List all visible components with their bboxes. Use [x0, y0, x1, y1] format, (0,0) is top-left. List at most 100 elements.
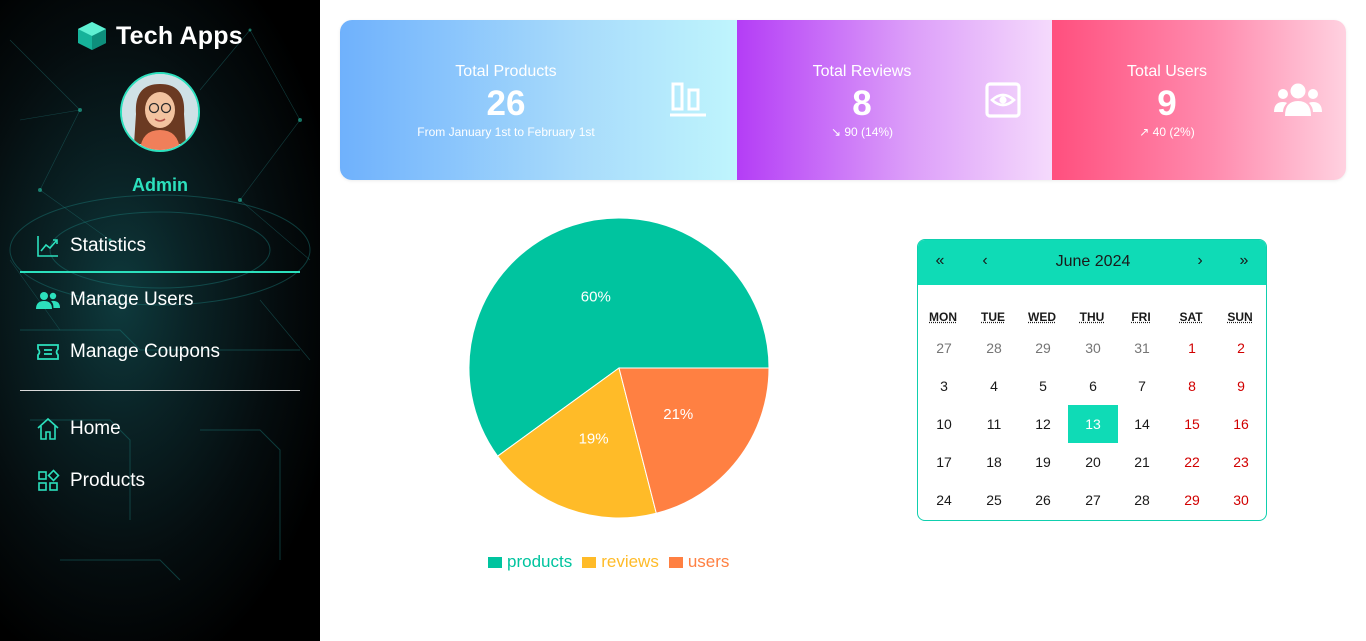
weekday-mon: MON — [929, 310, 957, 324]
nav-statistics[interactable]: Statistics — [36, 232, 146, 260]
chart-line-icon — [36, 234, 60, 258]
bar-align-icon — [670, 82, 706, 117]
calendar-day[interactable]: 1 — [1167, 329, 1217, 367]
calendar-day[interactable]: 29 — [1167, 481, 1217, 519]
nav-label: Home — [70, 418, 121, 439]
stats-panel: Total Products 26 From January 1st to Fe… — [340, 20, 1346, 180]
legend-item-products[interactable]: products — [488, 552, 572, 572]
ticket-icon — [36, 340, 60, 364]
calendar-day[interactable]: 15 — [1167, 405, 1217, 443]
weekday-sat: SAT — [1179, 310, 1203, 324]
pie-label-reviews: 19% — [579, 431, 609, 448]
avatar[interactable] — [120, 72, 200, 152]
calendar-day[interactable]: 7 — [1117, 367, 1167, 405]
pie-chart: 60% 19% 21% — [468, 217, 770, 519]
next-month-button[interactable]: › — [1188, 252, 1212, 270]
calendar-day[interactable]: 29 — [1018, 329, 1068, 367]
calendar-day[interactable]: 27 — [1068, 481, 1118, 519]
grid-icon — [36, 469, 60, 493]
stat-value: 9 — [1157, 84, 1177, 123]
nav-label: Products — [70, 470, 145, 491]
calendar-day[interactable]: 10 — [919, 405, 969, 443]
stat-subtitle: ↗ 40 (2%) — [1139, 125, 1195, 139]
calendar-day[interactable]: 17 — [919, 443, 969, 481]
calendar: « ‹ June 2024 › » MON TUE WED THU FRI SAT SUN 2… — [917, 239, 1267, 521]
calendar-day[interactable]: 24 — [919, 481, 969, 519]
weekday-sun: SUN — [1227, 310, 1253, 324]
calendar-day[interactable]: 14 — [1117, 405, 1167, 443]
calendar-day[interactable]: 31 — [1117, 329, 1167, 367]
calendar-header: « ‹ June 2024 › » — [918, 240, 1266, 285]
calendar-day[interactable]: 16 — [1216, 405, 1266, 443]
calendar-day[interactable]: 19 — [1018, 443, 1068, 481]
stat-title: Total Products — [455, 63, 557, 80]
calendar-day[interactable]: 5 — [1018, 367, 1068, 405]
stat-value: 26 — [486, 84, 526, 123]
legend-swatch — [582, 556, 597, 568]
calendar-day[interactable]: 13 — [1068, 405, 1118, 443]
calendar-day[interactable]: 28 — [1117, 481, 1167, 519]
calendar-day[interactable]: 3 — [919, 367, 969, 405]
weekday-fri: FRI — [1131, 310, 1151, 324]
legend-item-reviews[interactable]: reviews — [582, 552, 659, 572]
nav-home[interactable]: Home — [36, 415, 121, 443]
calendar-day[interactable]: 27 — [919, 329, 969, 367]
avatar-image — [122, 74, 198, 150]
home-icon — [36, 417, 60, 441]
legend-label: users — [687, 552, 730, 571]
stat-subtitle: ↘ 90 (14%) — [830, 125, 894, 139]
prev-month-button[interactable]: ‹ — [973, 252, 997, 270]
prev-year-button[interactable]: « — [928, 252, 952, 270]
weekday-thu: THU — [1079, 310, 1105, 324]
nav-products[interactable]: Products — [36, 467, 145, 495]
nav-label: Manage Coupons — [70, 341, 220, 362]
calendar-day[interactable]: 23 — [1216, 443, 1266, 481]
active-indicator — [20, 271, 300, 273]
legend-label: products — [507, 552, 573, 571]
weekday-tue: TUE — [981, 310, 1005, 324]
calendar-day[interactable]: 4 — [969, 367, 1019, 405]
nav-divider — [20, 390, 300, 391]
stat-title: Total Users — [1126, 63, 1208, 80]
calendar-day[interactable]: 26 — [1018, 481, 1068, 519]
calendar-title[interactable]: June 2024 — [1018, 253, 1168, 271]
brand-name: Tech Apps — [116, 21, 243, 50]
logo-cube-icon — [78, 22, 106, 50]
users-icon — [1274, 83, 1322, 116]
stat-total-reviews: Total Reviews 8 ↘ 90 (14%) — [737, 20, 1052, 180]
calendar-day[interactable]: 12 — [1018, 405, 1068, 443]
calendar-day[interactable]: 22 — [1167, 443, 1217, 481]
calendar-day[interactable]: 28 — [969, 329, 1019, 367]
calendar-day[interactable]: 11 — [969, 405, 1019, 443]
pie-label-products: 60% — [581, 289, 611, 306]
legend-swatch — [488, 556, 502, 568]
stat-subtitle: From January 1st to February 1st — [417, 125, 595, 139]
calendar-day[interactable]: 30 — [1216, 481, 1266, 519]
nav-label: Manage Users — [70, 289, 194, 310]
legend-swatch — [668, 556, 683, 568]
calendar-day[interactable]: 25 — [969, 481, 1019, 519]
calendar-day[interactable]: 9 — [1216, 367, 1266, 405]
calendar-day[interactable]: 21 — [1117, 443, 1167, 481]
legend-label: reviews — [601, 552, 659, 571]
calendar-day[interactable]: 6 — [1068, 367, 1118, 405]
legend-item-users[interactable]: users — [668, 552, 730, 572]
nav-label: Statistics — [70, 235, 147, 256]
nav-manage-coupons[interactable]: Manage Coupons — [36, 338, 220, 366]
stat-title: Total Reviews — [812, 63, 912, 80]
sidebar: Tech Apps Admin Statistics Manage Users … — [0, 0, 320, 641]
stat-value: 8 — [852, 84, 872, 123]
calendar-day[interactable]: 2 — [1216, 329, 1266, 367]
calendar-day[interactable]: 20 — [1068, 443, 1118, 481]
eye-icon — [985, 82, 1021, 118]
nav-manage-users[interactable]: Manage Users — [36, 286, 194, 314]
chart-legend: products reviews users — [488, 552, 729, 572]
calendar-day[interactable]: 30 — [1068, 329, 1118, 367]
next-year-button[interactable]: » — [1232, 252, 1256, 270]
user-role: Admin — [132, 175, 188, 195]
brand[interactable]: Tech Apps — [76, 20, 243, 52]
users-icon — [36, 288, 60, 312]
calendar-day[interactable]: 8 — [1167, 367, 1217, 405]
calendar-day[interactable]: 18 — [969, 443, 1019, 481]
stat-total-users: Total Users 9 ↗ 40 (2%) — [1052, 20, 1346, 180]
